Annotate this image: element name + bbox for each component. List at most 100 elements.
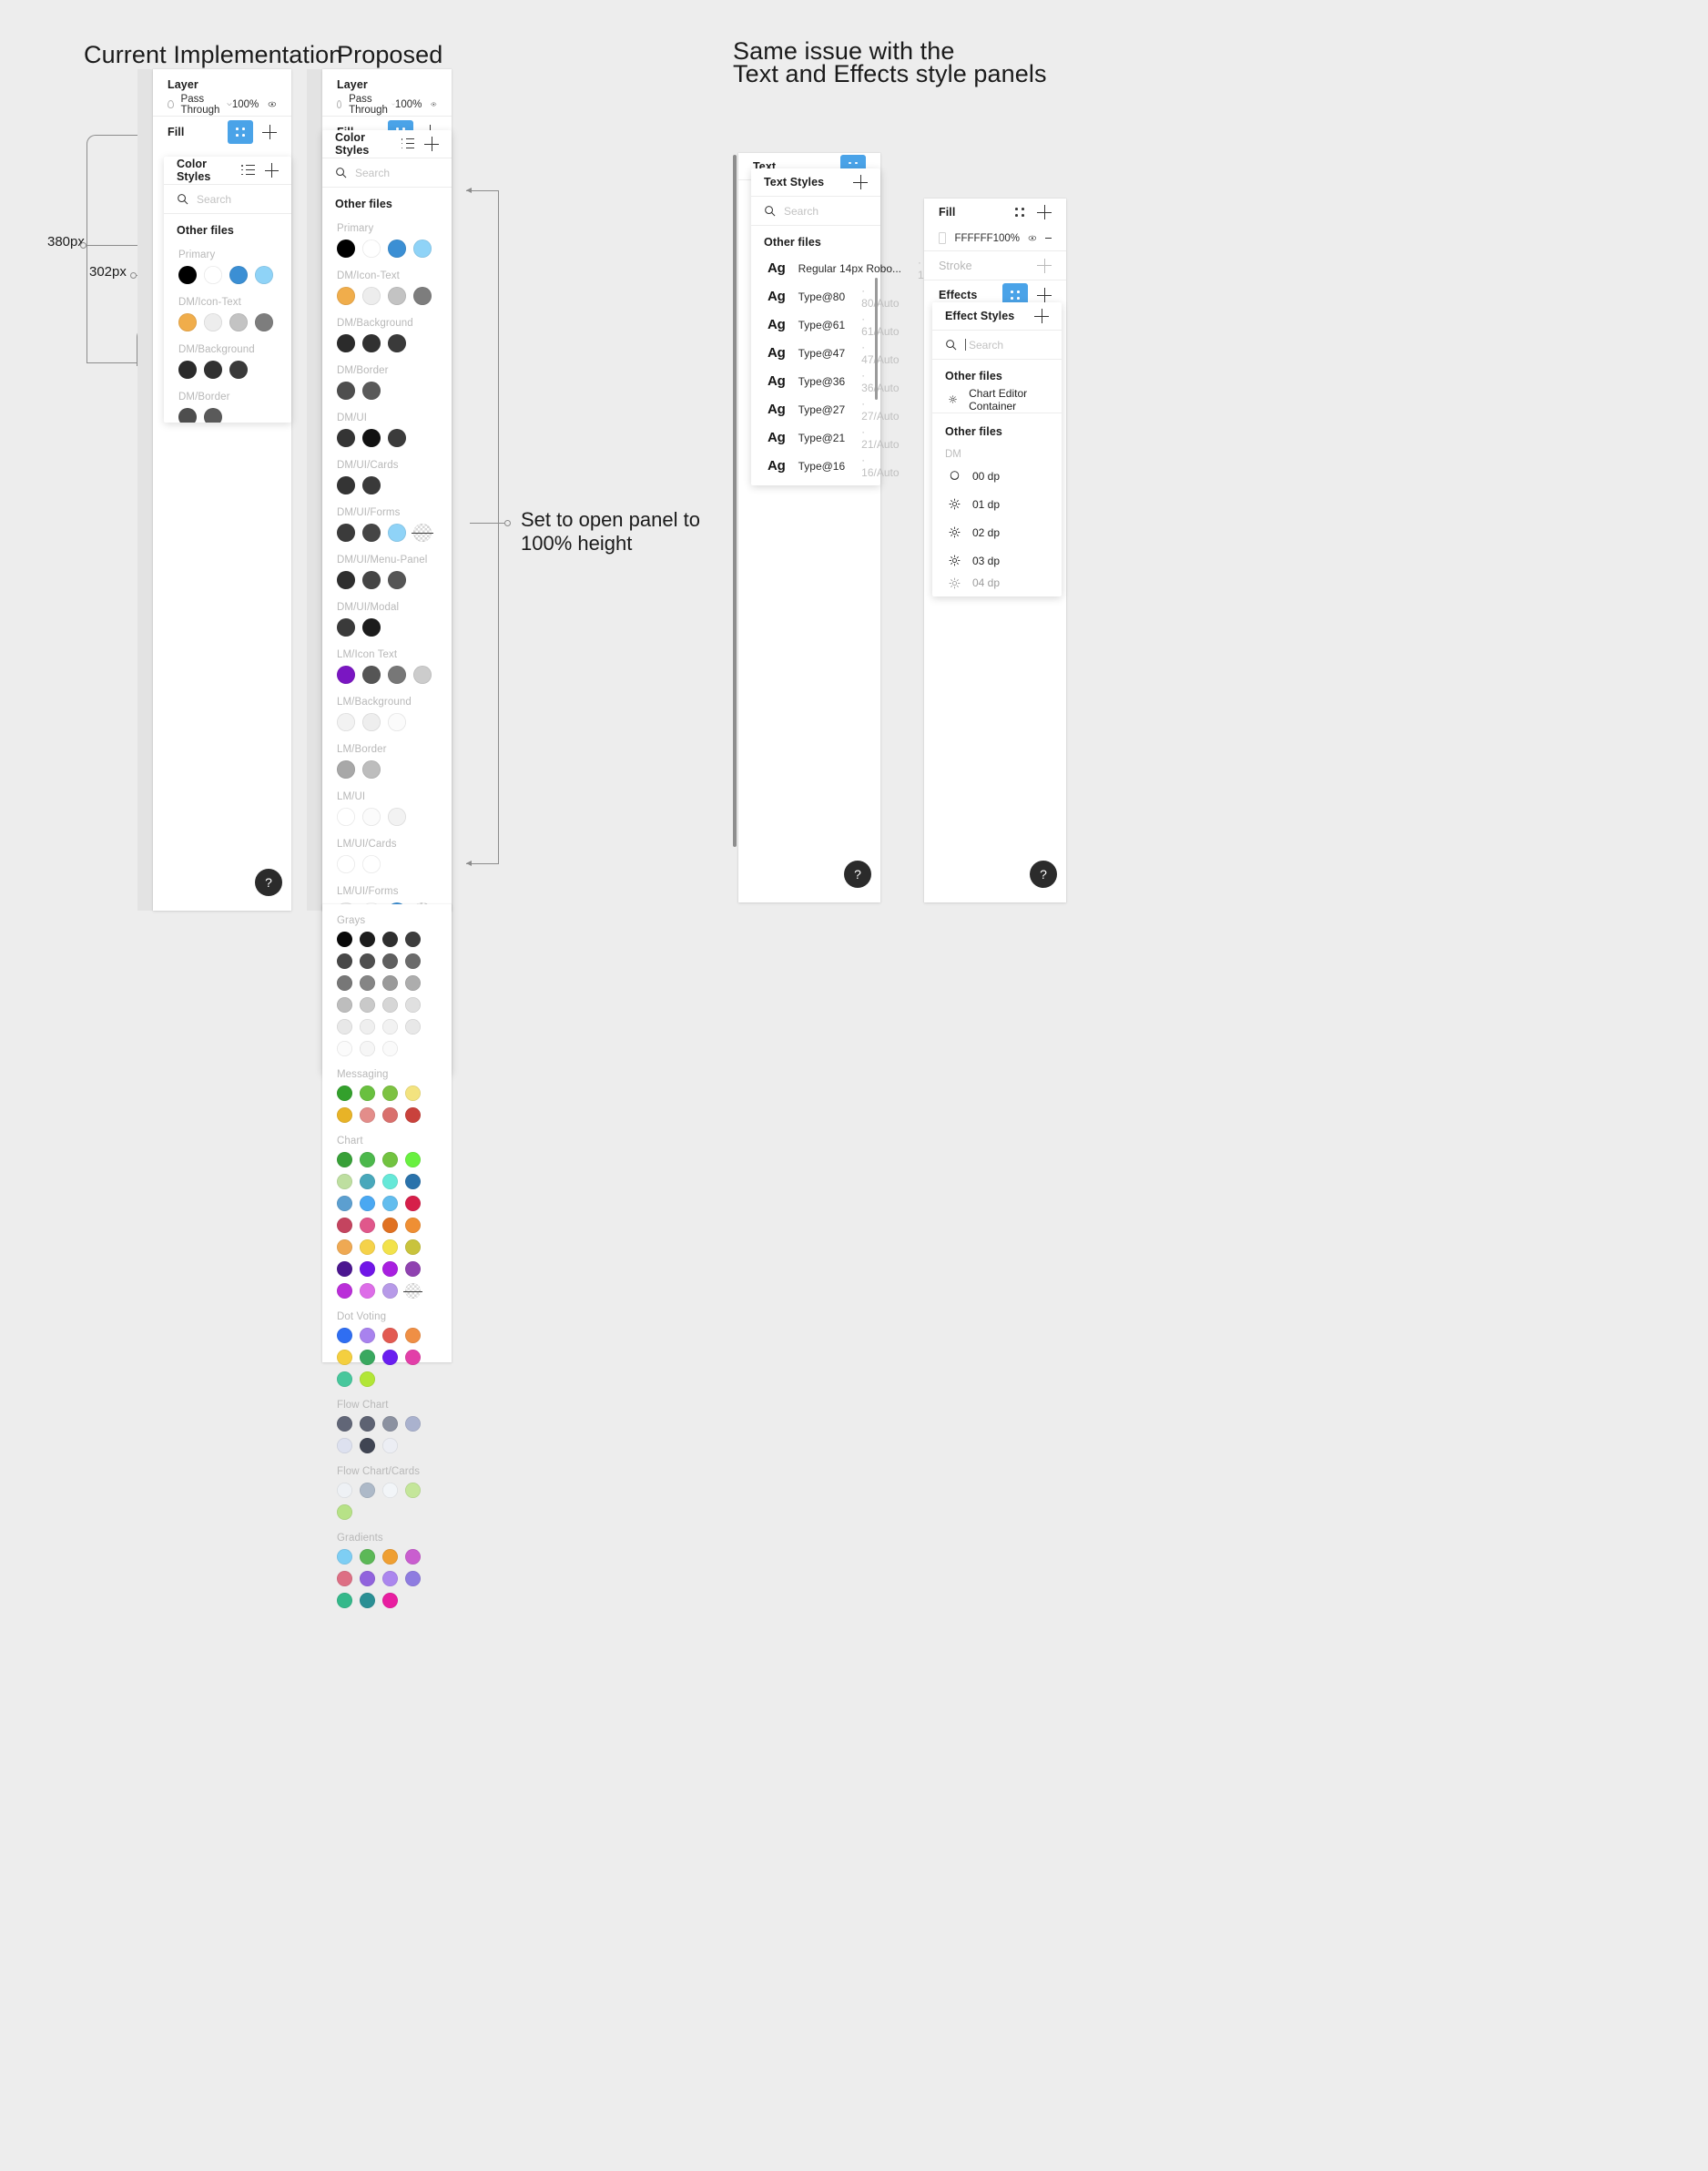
color-swatch[interactable]: [382, 1483, 398, 1498]
color-swatch[interactable]: [360, 1328, 375, 1343]
color-swatch[interactable]: [337, 855, 355, 873]
color-swatch[interactable]: [337, 1261, 352, 1277]
proposed-list-view-icon[interactable]: [401, 138, 415, 149]
color-swatch[interactable]: [360, 1174, 375, 1189]
text-styles-search-row[interactable]: Search: [751, 197, 880, 226]
color-swatch[interactable]: [388, 713, 406, 731]
color-swatch[interactable]: [178, 313, 197, 331]
color-swatch[interactable]: [337, 1350, 352, 1365]
color-swatch[interactable]: [382, 1086, 398, 1101]
color-swatch[interactable]: [388, 287, 406, 305]
color-swatch[interactable]: [337, 1019, 352, 1035]
color-swatch[interactable]: [362, 382, 381, 400]
fill-styles-button[interactable]: [228, 120, 253, 144]
color-swatch[interactable]: [360, 975, 375, 991]
color-swatch[interactable]: [360, 997, 375, 1013]
fill-opacity-value[interactable]: 100%: [993, 233, 1020, 244]
color-swatch[interactable]: [229, 313, 248, 331]
color-swatch[interactable]: [178, 361, 197, 379]
color-swatch[interactable]: [382, 1350, 398, 1365]
color-swatch[interactable]: [413, 287, 432, 305]
color-swatch[interactable]: [204, 266, 222, 284]
color-swatch[interactable]: [229, 266, 248, 284]
proposed-blend-mode-row[interactable]: Pass Through 100%: [322, 93, 452, 117]
color-swatch[interactable]: [337, 1571, 352, 1586]
color-swatch[interactable]: [337, 1041, 352, 1056]
color-swatch[interactable]: [405, 997, 421, 1013]
color-swatch[interactable]: [388, 429, 406, 447]
effect-dp-item[interactable]: 03 dp: [932, 546, 1062, 575]
effect-dp-item[interactable]: 02 dp: [932, 518, 1062, 546]
color-swatch[interactable]: [360, 1019, 375, 1035]
help-button-text[interactable]: ?: [844, 861, 871, 888]
color-swatch[interactable]: [337, 334, 355, 352]
color-swatch[interactable]: [388, 524, 406, 542]
effect-dp-item[interactable]: 04 dp: [932, 575, 1062, 591]
color-swatch[interactable]: [405, 1328, 421, 1343]
color-swatch[interactable]: [403, 1283, 422, 1299]
color-swatch[interactable]: [337, 953, 352, 969]
color-swatch[interactable]: [405, 975, 421, 991]
color-swatch[interactable]: [405, 1218, 421, 1233]
color-swatch[interactable]: [362, 855, 381, 873]
fill-color-swatch[interactable]: [939, 232, 947, 244]
color-swatch[interactable]: [337, 1328, 352, 1343]
color-swatch[interactable]: [362, 240, 381, 258]
color-swatch[interactable]: [337, 932, 352, 947]
fill-add-button[interactable]: [262, 125, 277, 139]
color-swatch[interactable]: [337, 382, 355, 400]
color-swatch[interactable]: [204, 361, 222, 379]
stroke-add-button[interactable]: [1037, 258, 1052, 273]
color-swatch[interactable]: [405, 1483, 421, 1498]
color-swatch[interactable]: [405, 932, 421, 947]
color-swatch[interactable]: [382, 975, 398, 991]
color-swatch[interactable]: [337, 1218, 352, 1233]
color-swatch[interactable]: [382, 1152, 398, 1167]
effect-styles-add-button[interactable]: [1034, 309, 1049, 323]
text-style-item[interactable]: AgRegular 14px Robo...· 14/Auto: [751, 254, 955, 282]
color-swatch[interactable]: [362, 287, 381, 305]
fill-remove-button[interactable]: [1044, 237, 1052, 240]
color-swatch[interactable]: [337, 1504, 352, 1520]
text-style-item[interactable]: Ag Type@61 · 61/Auto: [751, 311, 900, 339]
text-styles-add-button[interactable]: [853, 175, 868, 189]
color-swatch[interactable]: [405, 1261, 421, 1277]
color-swatch[interactable]: [337, 1483, 352, 1498]
color-swatch[interactable]: [337, 1196, 352, 1211]
color-swatch[interactable]: [382, 1328, 398, 1343]
color-swatch[interactable]: [178, 408, 197, 423]
color-styles-search-row[interactable]: Search: [164, 185, 291, 214]
color-swatch[interactable]: [337, 287, 355, 305]
color-swatch[interactable]: [337, 1416, 352, 1432]
color-swatch[interactable]: [360, 1483, 375, 1498]
color-swatch[interactable]: [337, 476, 355, 494]
effect-item-chart-editor[interactable]: Chart Editor Container: [932, 386, 1062, 413]
color-swatch[interactable]: [405, 1174, 421, 1189]
color-swatch[interactable]: [382, 1218, 398, 1233]
effects-add-button[interactable]: [1037, 288, 1052, 302]
color-swatch[interactable]: [337, 760, 355, 779]
color-swatch[interactable]: [337, 1174, 352, 1189]
color-swatch[interactable]: [360, 1041, 375, 1056]
color-swatch[interactable]: [360, 1571, 375, 1586]
text-style-item[interactable]: Ag Type@47 · 47/Auto: [751, 339, 900, 367]
color-swatch[interactable]: [337, 1152, 352, 1167]
color-styles-search-input[interactable]: Search: [197, 193, 231, 206]
color-swatch[interactable]: [382, 953, 398, 969]
color-swatch[interactable]: [405, 1549, 421, 1565]
color-swatch[interactable]: [382, 1107, 398, 1123]
text-styles-scrollbar[interactable]: [875, 278, 878, 400]
color-swatch[interactable]: [204, 313, 222, 331]
color-swatch[interactable]: [362, 618, 381, 637]
color-swatch[interactable]: [362, 571, 381, 589]
color-swatch[interactable]: [382, 932, 398, 947]
color-swatch[interactable]: [360, 1239, 375, 1255]
color-swatch[interactable]: [360, 1371, 375, 1387]
color-swatch[interactable]: [382, 1549, 398, 1565]
color-swatch[interactable]: [360, 1593, 375, 1608]
color-swatch[interactable]: [255, 313, 273, 331]
color-swatch[interactable]: [337, 975, 352, 991]
color-swatch[interactable]: [382, 997, 398, 1013]
color-swatch[interactable]: [405, 1019, 421, 1035]
color-swatch[interactable]: [388, 808, 406, 826]
